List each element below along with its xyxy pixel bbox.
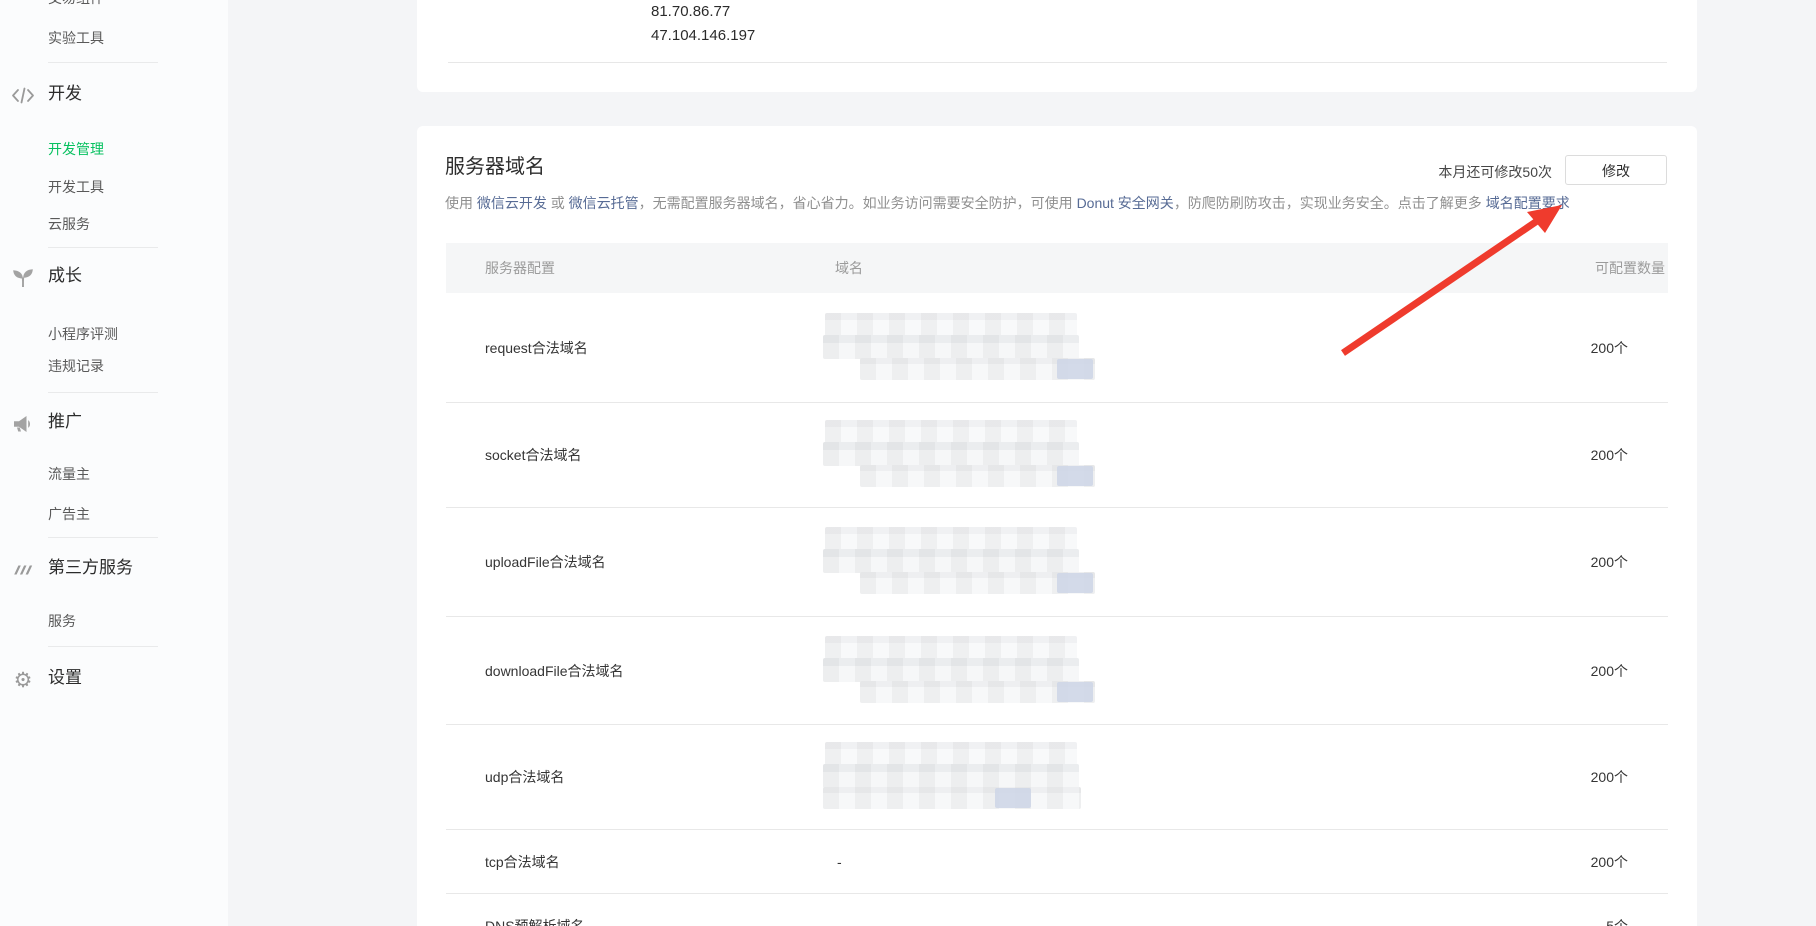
sidebar-item-交易组件[interactable]: 交易组件 — [48, 0, 104, 8]
sidebar-divider — [48, 62, 158, 63]
sidebar-section-成长[interactable]: 成长 — [48, 264, 82, 288]
description-text: 或 — [547, 195, 569, 211]
domain-empty-dash: - — [837, 854, 842, 870]
sidebar-divider — [48, 646, 158, 647]
server-domain-card: 服务器域名 本月还可修改50次 修改 使用 微信云开发 或 微信云托管，无需配置… — [417, 126, 1697, 926]
sidebar-section-开发[interactable]: 开发 — [48, 82, 82, 106]
row-count-value: 5个 — [1606, 916, 1628, 926]
sidebar: 交易组件实验工具开发开发管理开发工具云服务成长小程序评测违规记录推广流量主广告主… — [0, 0, 228, 926]
sidebar-item-广告主[interactable]: 广告主 — [48, 504, 90, 524]
sidebar-item-实验工具[interactable]: 实验工具 — [48, 28, 104, 48]
description-text: ，防爬防刷防攻击，实现业务安全。点击了解更多 — [1174, 195, 1486, 211]
sidebar-item-流量主[interactable]: 流量主 — [48, 464, 90, 484]
row-count-value: 200个 — [1591, 852, 1628, 872]
ip-address: 81.70.86.77 — [651, 0, 755, 24]
blurred-domain-list — [823, 313, 1095, 383]
table-row-tcp合法域名: tcp合法域名 - 200个 — [446, 830, 1668, 894]
ip-list: 81.70.86.77 47.104.146.197 — [651, 0, 755, 48]
row-config-label: DNS预解析域名 — [485, 916, 585, 926]
link-微信云开发[interactable]: 微信云开发 — [477, 195, 547, 211]
row-config-label: request合法域名 — [485, 338, 588, 358]
row-config-label: socket合法域名 — [485, 445, 581, 465]
page-title: 服务器域名 — [445, 153, 545, 181]
sidebar-item-违规记录[interactable]: 违规记录 — [48, 356, 104, 376]
sprout-icon — [11, 266, 35, 290]
sidebar-divider — [48, 247, 158, 248]
ip-card: 81.70.86.77 47.104.146.197 — [417, 0, 1697, 92]
row-count-value: 200个 — [1591, 661, 1628, 681]
quota-text: 本月还可修改50次 — [1438, 162, 1552, 182]
sidebar-section-第三方服务[interactable]: 第三方服务 — [48, 556, 133, 580]
table-row-uploadFile合法域名: uploadFile合法域名 200个 — [446, 508, 1668, 617]
table-row-request合法域名: request合法域名 200个 — [446, 293, 1668, 403]
megaphone-icon — [11, 412, 35, 436]
table-body: request合法域名200个socket合法域名200个uploadFile合… — [446, 293, 1668, 926]
row-config-label: udp合法域名 — [485, 767, 564, 787]
gear-icon: ⚙ — [11, 668, 35, 692]
divider — [448, 62, 1667, 63]
table-row-udp合法域名: udp合法域名 200个 — [446, 725, 1668, 830]
row-count-value: 200个 — [1591, 338, 1628, 358]
description-text: 使用 — [445, 195, 477, 211]
link-Donut 安全网关[interactable]: Donut 安全网关 — [1077, 195, 1174, 211]
row-count-value: 200个 — [1591, 552, 1628, 572]
description-text: ，无需配置服务器域名，省心省力。如业务访问需要安全防护，可使用 — [639, 195, 1077, 211]
sidebar-item-服务[interactable]: 服务 — [48, 611, 76, 631]
table-row-downloadFile合法域名: downloadFile合法域名 200个 — [446, 617, 1668, 725]
sidebar-item-开发工具[interactable]: 开发工具 — [48, 177, 104, 197]
row-count-value: 200个 — [1591, 445, 1628, 465]
table-row-DNS预解析域名: DNS预解析域名 5个 — [446, 894, 1668, 926]
table-row-socket合法域名: socket合法域名 200个 — [446, 403, 1668, 508]
code-icon — [11, 84, 35, 108]
sidebar-section-设置[interactable]: 设置 — [48, 666, 82, 690]
column-header-config: 服务器配置 — [485, 243, 555, 293]
row-count-value: 200个 — [1591, 767, 1628, 787]
sidebar-item-云服务[interactable]: 云服务 — [48, 214, 90, 234]
ip-address: 47.104.146.197 — [651, 24, 755, 48]
row-config-label: tcp合法域名 — [485, 852, 560, 872]
link-微信云托管[interactable]: 微信云托管 — [569, 195, 639, 211]
blurred-domain-list — [823, 420, 1095, 490]
blurred-domain-list — [823, 742, 1095, 812]
sidebar-item-开发管理[interactable]: 开发管理 — [48, 139, 104, 159]
blurred-domain-list — [823, 636, 1095, 706]
link-域名配置要求[interactable]: 域名配置要求 — [1486, 195, 1570, 211]
column-header-count: 可配置数量 — [1595, 243, 1665, 293]
sidebar-section-推广[interactable]: 推广 — [48, 410, 82, 434]
modify-button[interactable]: 修改 — [1565, 155, 1667, 185]
row-config-label: uploadFile合法域名 — [485, 552, 606, 572]
sidebar-item-小程序评测[interactable]: 小程序评测 — [48, 324, 118, 344]
blurred-domain-list — [823, 527, 1095, 597]
row-config-label: downloadFile合法域名 — [485, 661, 624, 681]
third-party-icon — [11, 558, 35, 582]
sidebar-divider — [48, 392, 158, 393]
description-line: 使用 微信云开发 或 微信云托管，无需配置服务器域名，省心省力。如业务访问需要安… — [445, 193, 1570, 213]
column-header-domain: 域名 — [835, 243, 863, 293]
sidebar-divider — [48, 537, 158, 538]
table-header: 服务器配置 域名 可配置数量 — [446, 243, 1668, 293]
